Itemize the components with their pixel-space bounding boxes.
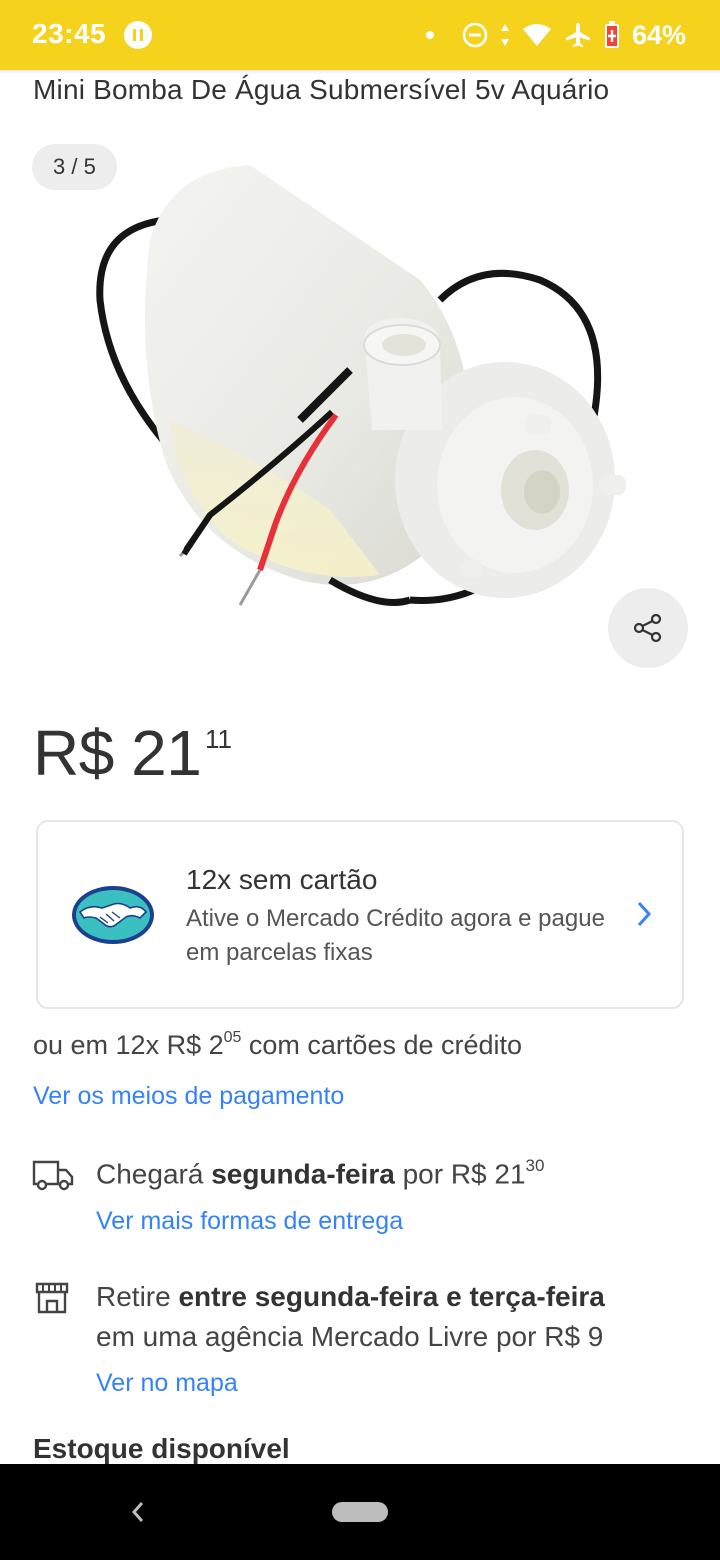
wifi-icon: 4 bbox=[522, 24, 551, 48]
battery-icon bbox=[604, 21, 619, 48]
battery-percentage: 64% bbox=[631, 19, 686, 50]
shipping-price: por R$ 21 bbox=[394, 1158, 526, 1190]
pickup-location: em uma agência Mercado Livre por R$ 9 bbox=[96, 1321, 604, 1352]
product-image[interactable] bbox=[0, 130, 720, 690]
shipping-day: segunda-feira bbox=[211, 1158, 395, 1190]
mercado-credito-card[interactable]: 12x sem cartão Ative o Mercado Crédito a… bbox=[36, 820, 684, 1009]
shipping-text: Chegará segunda-feira por R$ 2130 bbox=[96, 1156, 545, 1190]
chevron-right-icon bbox=[637, 901, 652, 927]
status-bar: 23:45 4 64% bbox=[0, 0, 720, 70]
installments-text: ou em 12x R$ 205 com cartões de crédito bbox=[33, 1029, 523, 1061]
back-icon[interactable] bbox=[124, 1494, 152, 1530]
dnd-icon bbox=[462, 22, 488, 48]
credit-title: 12x sem cartão bbox=[186, 864, 378, 895]
price: R$ 21 11 bbox=[33, 716, 232, 790]
share-button[interactable] bbox=[608, 588, 688, 668]
pickup-window: entre segunda-feira e terça-feira bbox=[178, 1281, 605, 1312]
svg-text:4: 4 bbox=[542, 39, 548, 48]
map-link[interactable]: Ver no mapa bbox=[96, 1369, 238, 1398]
notification-dot-icon bbox=[425, 31, 434, 39]
delivery-options-link[interactable]: Ver mais formas de entrega bbox=[96, 1207, 403, 1236]
installments-suffix: com cartões de crédito bbox=[241, 1030, 523, 1060]
pickup-prefix: Retire bbox=[96, 1281, 179, 1312]
product-title: Mini Bomba De Água Submersível 5v Aquári… bbox=[33, 74, 610, 105]
home-pill[interactable] bbox=[332, 1502, 388, 1522]
price-cents: 11 bbox=[205, 724, 232, 754]
installments-cents: 05 bbox=[223, 1029, 242, 1046]
product-gallery[interactable]: 3 / 5 bbox=[0, 130, 720, 690]
data-arrows-icon bbox=[500, 24, 509, 46]
pickup-text: Retire entre segunda-feira e terça-feira bbox=[96, 1281, 605, 1313]
shipping-cents: 30 bbox=[525, 1156, 545, 1175]
shipping-prefix: Chegará bbox=[96, 1158, 212, 1190]
share-icon bbox=[633, 613, 662, 643]
credit-subtitle: Ative o Mercado Crédito agora e pague em… bbox=[186, 905, 605, 966]
status-icons: 4 64% bbox=[425, 18, 686, 52]
image-counter: 3 / 5 bbox=[32, 144, 117, 190]
payment-methods-link[interactable]: Ver os meios de pagamento bbox=[33, 1082, 344, 1111]
status-time: 23:45 bbox=[32, 18, 107, 49]
navigation-bar bbox=[0, 1464, 720, 1560]
price-main: R$ 21 bbox=[33, 717, 202, 789]
store-icon bbox=[35, 1282, 69, 1314]
truck-icon bbox=[32, 1160, 74, 1191]
pause-icon bbox=[124, 21, 152, 49]
stock-heading: Estoque disponível bbox=[33, 1433, 290, 1464]
installments-prefix: ou em 12x R$ 2 bbox=[33, 1030, 224, 1060]
airplane-icon bbox=[565, 23, 590, 47]
mercado-pago-icon bbox=[72, 886, 154, 944]
